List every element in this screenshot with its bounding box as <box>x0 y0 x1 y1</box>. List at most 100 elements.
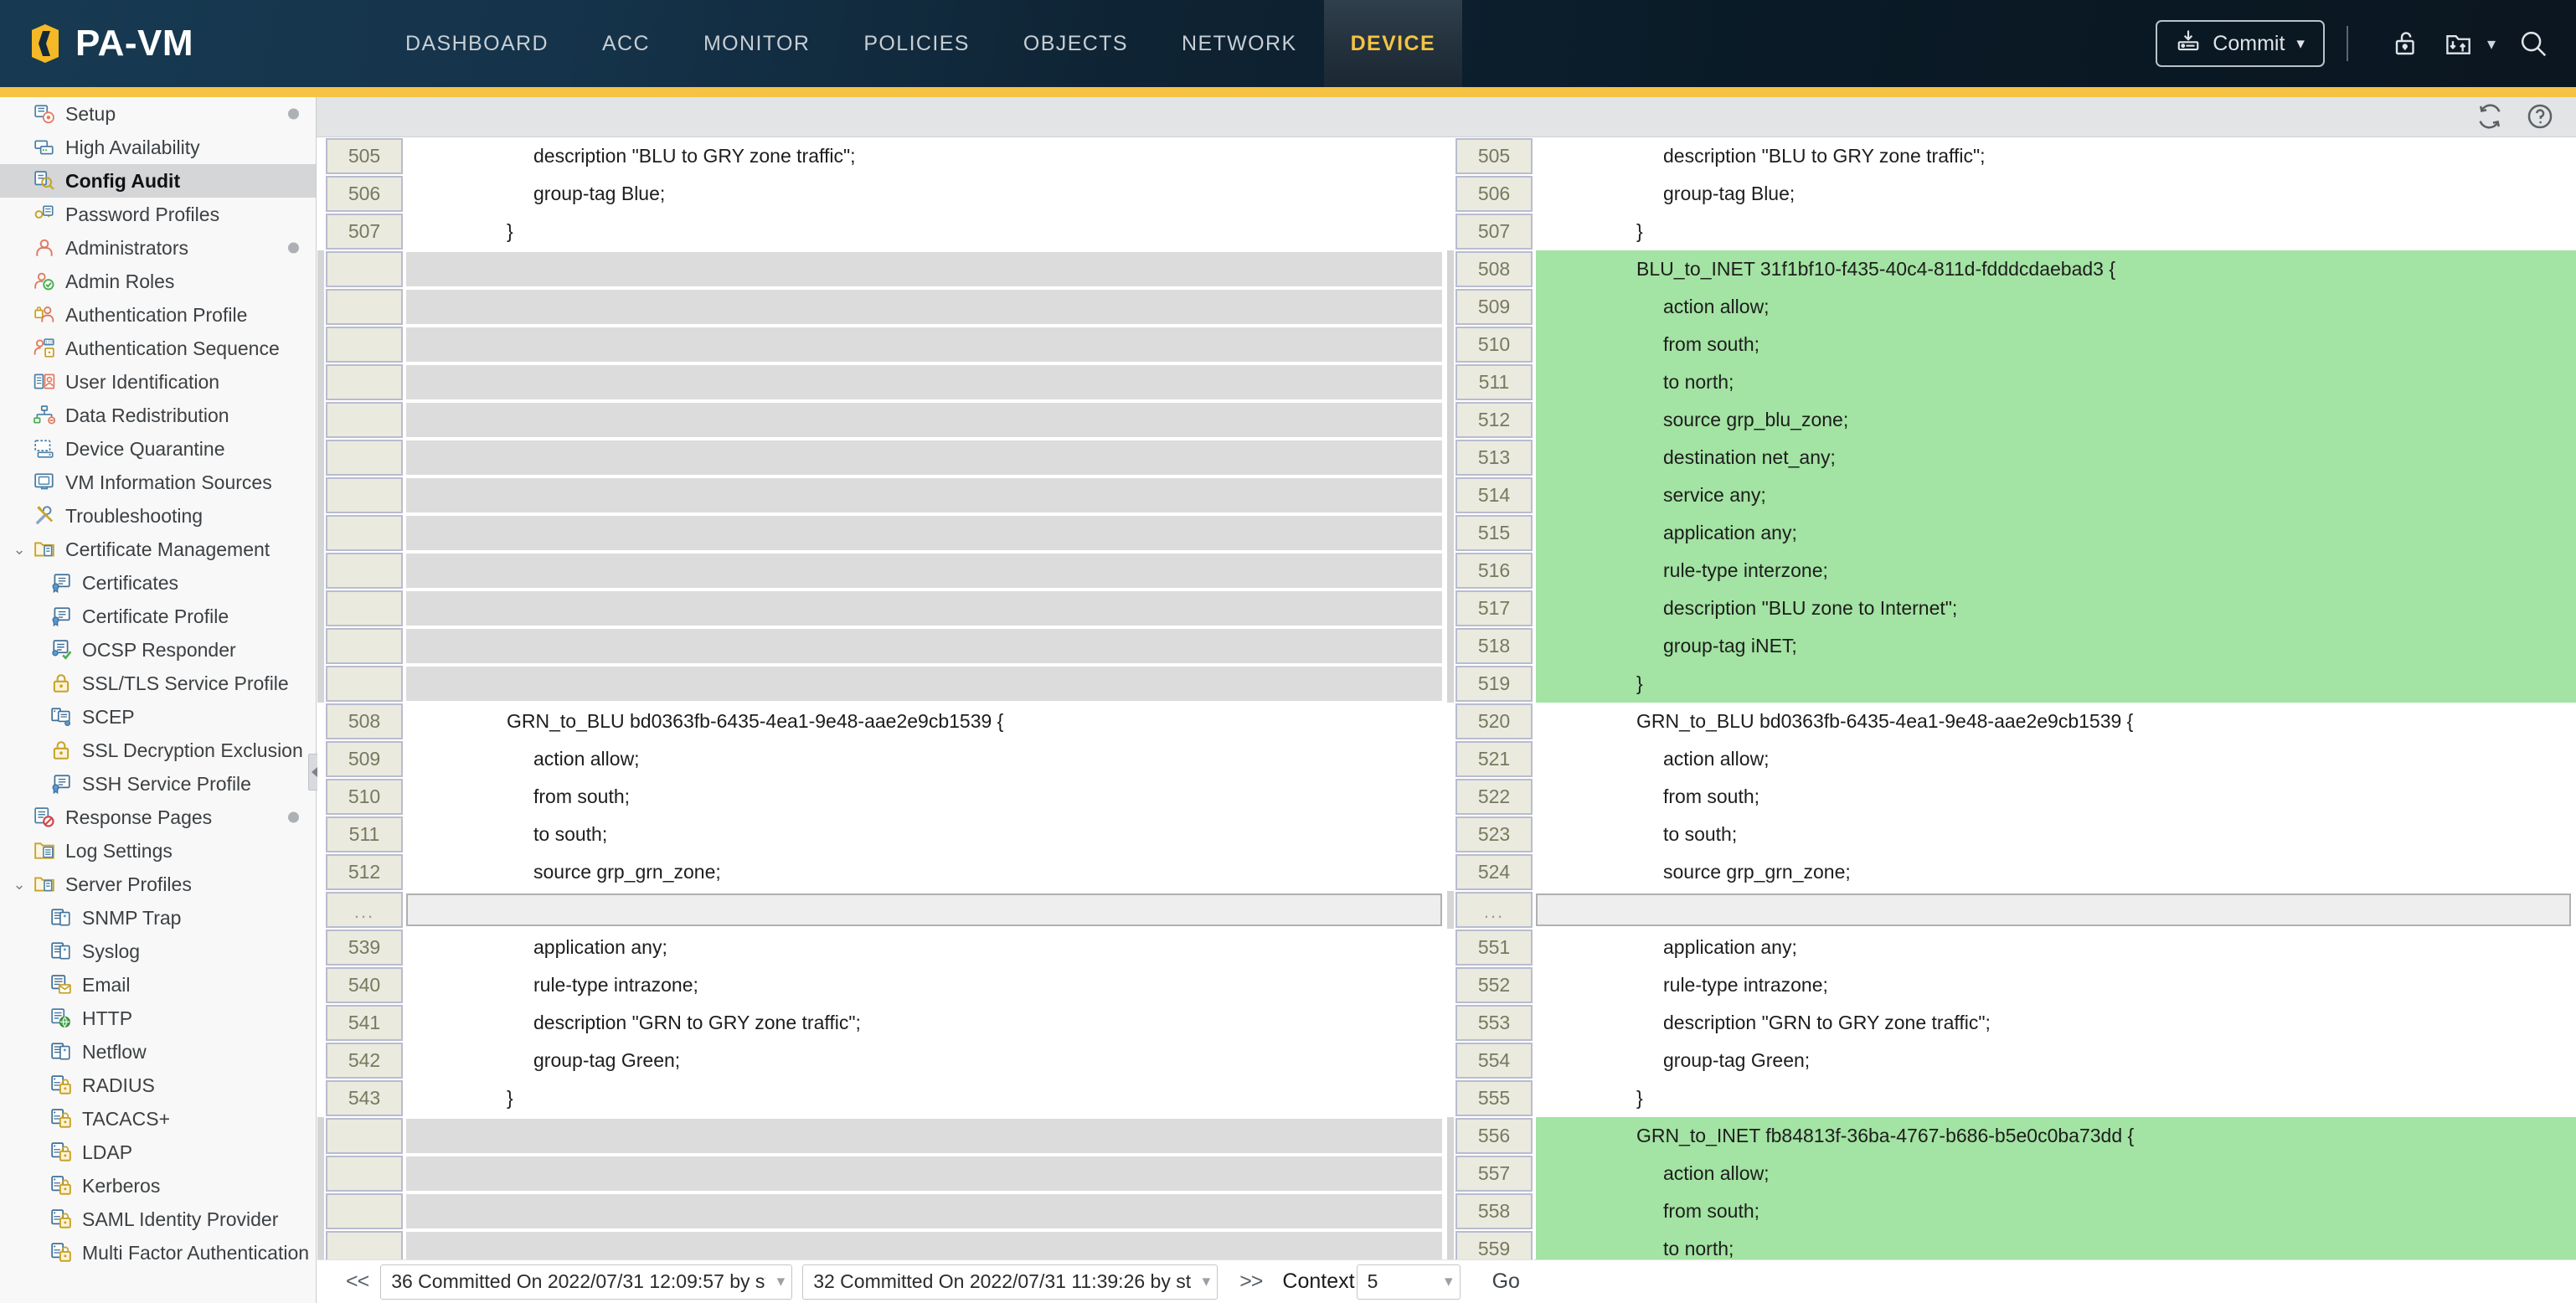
sidebar-item-log-settings[interactable]: Log Settings <box>0 834 316 868</box>
sidebar-item-label: High Availability <box>65 136 200 158</box>
sidebar-item-setup[interactable]: Setup <box>0 97 316 131</box>
chevron-down-icon[interactable]: ⌄ <box>8 876 30 894</box>
sidebar-item-saml-identity-provider[interactable]: SAML Identity Provider <box>0 1203 316 1236</box>
sidebar-item-config-audit[interactable]: Config Audit <box>0 164 316 198</box>
chevron-down-icon: ▾ <box>1445 1273 1453 1290</box>
nav-tab-device[interactable]: DEVICE <box>1323 0 1463 87</box>
chevron-down-icon[interactable]: ▾ <box>2487 33 2496 54</box>
sidebar-item-snmp-trap[interactable]: SNMP Trap <box>0 901 316 935</box>
sidebar-item-ssl-decryption-exclusion[interactable]: SSL Decryption Exclusion <box>0 734 316 767</box>
diff-row: 511 to south; 523 to south; <box>317 816 2576 853</box>
help-icon[interactable] <box>2526 102 2554 135</box>
brand-logo: PA-VM <box>27 23 345 64</box>
line-number-right: 553 <box>1455 1005 1533 1041</box>
sidebar-item-label: OCSP Responder <box>82 638 236 661</box>
line-number-right: 554 <box>1455 1043 1533 1079</box>
diff-change-marker <box>1447 816 1454 853</box>
sidebar-item-server-profiles[interactable]: ⌄ Server Profiles <box>0 868 316 901</box>
sidebar-item-netflow[interactable]: Netflow <box>0 1035 316 1069</box>
nav-tab-objects[interactable]: OBJECTS <box>997 0 1155 87</box>
sidebar-item-ssh-service-profile[interactable]: SSH Service Profile <box>0 767 316 801</box>
sidebar-item-vm-information-sources[interactable]: VM Information Sources <box>0 466 316 499</box>
refresh-icon[interactable] <box>2476 102 2504 135</box>
unlock-icon[interactable] <box>2392 28 2422 59</box>
diff-row: 506 group-tag Blue; 506 group-tag Blue; <box>317 175 2576 213</box>
diff-code-left: GRN_to_BLU bd0363fb-6435-4ea1-9e48-aae2e… <box>406 703 1447 740</box>
line-number-right: 512 <box>1455 402 1533 438</box>
diff-change-marker <box>317 853 324 891</box>
diff-footer-controls: << 36 Committed On 2022/07/31 12:09:57 b… <box>317 1259 2576 1303</box>
sidebar-item-authentication-sequence[interactable]: 123 Authentication Sequence <box>0 332 316 365</box>
authentication-profile-icon <box>30 304 59 326</box>
line-number-right: 508 <box>1455 251 1533 287</box>
sidebar-item-tacacs-[interactable]: TACACS+ <box>0 1102 316 1136</box>
sidebar-item-device-quarantine[interactable]: Device Quarantine <box>0 432 316 466</box>
config-transfer-icon[interactable] <box>2444 28 2476 59</box>
sidebar-item-admin-roles[interactable]: Admin Roles <box>0 265 316 298</box>
sidebar-item-label: Syslog <box>82 940 141 962</box>
nav-tab-acc[interactable]: ACC <box>575 0 677 87</box>
left-version-select[interactable]: 36 Committed On 2022/07/31 12:09:57 by s… <box>380 1264 793 1300</box>
diff-row: 542 group-tag Green; 554 group-tag Green; <box>317 1042 2576 1079</box>
sidebar-item-kerberos[interactable]: Kerberos <box>0 1169 316 1203</box>
diff-row: 510 from south; <box>317 326 2576 363</box>
diff-left-pane-row: 507} <box>317 213 1447 250</box>
diff-code-left <box>406 252 1442 286</box>
sidebar-item-high-availability[interactable]: High Availability <box>0 131 316 164</box>
sidebar-item-http[interactable]: HTTP <box>0 1002 316 1035</box>
diff-code-right: description "BLU to GRY zone traffic"; <box>1536 137 2576 175</box>
sidebar-item-certificate-management[interactable]: ⌄ Certificate Management <box>0 533 316 566</box>
search-icon[interactable] <box>2517 28 2549 59</box>
sidebar-item-multi-factor-authentication[interactable]: Multi Factor Authentication <box>0 1236 316 1270</box>
diff-change-marker <box>317 1230 324 1259</box>
diff-change-marker <box>1447 891 1454 929</box>
sidebar-item-certificate-profile[interactable]: Certificate Profile <box>0 600 316 633</box>
chevron-down-icon[interactable]: ⌄ <box>8 541 30 559</box>
sidebar-item-user-identification[interactable]: User Identification <box>0 365 316 399</box>
diff-row: 509 action allow; <box>317 288 2576 326</box>
sidebar-item-certificates[interactable]: Certificates <box>0 566 316 600</box>
diff-code-left <box>406 327 1442 362</box>
server-lock-icon <box>47 1242 75 1264</box>
sidebar-item-label: SAML Identity Provider <box>82 1208 279 1230</box>
device-quarantine-icon <box>30 438 59 460</box>
sidebar-item-ldap[interactable]: LDAP <box>0 1136 316 1169</box>
sidebar-item-label: HTTP <box>82 1007 133 1029</box>
sidebar-item-label: SCEP <box>82 705 135 728</box>
sidebar-item-data-redistribution[interactable]: Data Redistribution <box>0 399 316 432</box>
prev-version-button[interactable]: << <box>346 1270 369 1294</box>
diff-row: 515 application any; <box>317 514 2576 552</box>
nav-tab-monitor[interactable]: MONITOR <box>677 0 837 87</box>
go-button[interactable]: Go <box>1492 1270 1520 1294</box>
sidebar-item-response-pages[interactable]: Response Pages <box>0 801 316 834</box>
sidebar-item-radius[interactable]: RADIUS <box>0 1069 316 1102</box>
diff-right-pane-row: 551 application any; <box>1447 929 2576 966</box>
nav-tab-policies[interactable]: POLICIES <box>837 0 997 87</box>
diff-left-pane-row <box>317 401 1447 439</box>
diff-change-marker <box>317 326 324 363</box>
sidebar-item-troubleshooting[interactable]: Troubleshooting <box>0 499 316 533</box>
diff-right-pane-row: 559 to north; <box>1447 1230 2576 1259</box>
sidebar-item-ssl-tls-service-profile[interactable]: SSL/TLS Service Profile <box>0 667 316 700</box>
diff-code-left <box>406 1194 1442 1228</box>
nav-tab-network[interactable]: NETWORK <box>1155 0 1324 87</box>
diff-change-marker <box>1447 363 1454 401</box>
commit-button[interactable]: Commit ▾ <box>2156 20 2325 67</box>
sidebar-item-syslog[interactable]: Syslog <box>0 935 316 968</box>
right-version-select[interactable]: 32 Committed On 2022/07/31 11:39:26 by s… <box>802 1264 1218 1300</box>
sidebar-item-ocsp-responder[interactable]: OCSP Responder <box>0 633 316 667</box>
next-version-button[interactable]: >> <box>1239 1270 1263 1294</box>
server-profile-icon <box>47 940 75 962</box>
diff-left-pane-row: 542 group-tag Green; <box>317 1042 1447 1079</box>
nav-tab-dashboard[interactable]: DASHBOARD <box>379 0 575 87</box>
sidebar-item-email[interactable]: Email <box>0 968 316 1002</box>
context-lines-select[interactable]: 5 ▾ <box>1356 1264 1461 1300</box>
diff-row: ...... <box>317 891 2576 929</box>
sidebar-item-authentication-profile[interactable]: Authentication Profile <box>0 298 316 332</box>
sidebar-item-password-profiles[interactable]: Password Profiles <box>0 198 316 231</box>
diff-change-marker <box>317 1117 324 1155</box>
diff-right-pane-row: 523 to south; <box>1447 816 2576 853</box>
sidebar-item-administrators[interactable]: Administrators <box>0 231 316 265</box>
sidebar-item-scep[interactable]: SCEP <box>0 700 316 734</box>
diff-change-marker <box>317 929 324 966</box>
